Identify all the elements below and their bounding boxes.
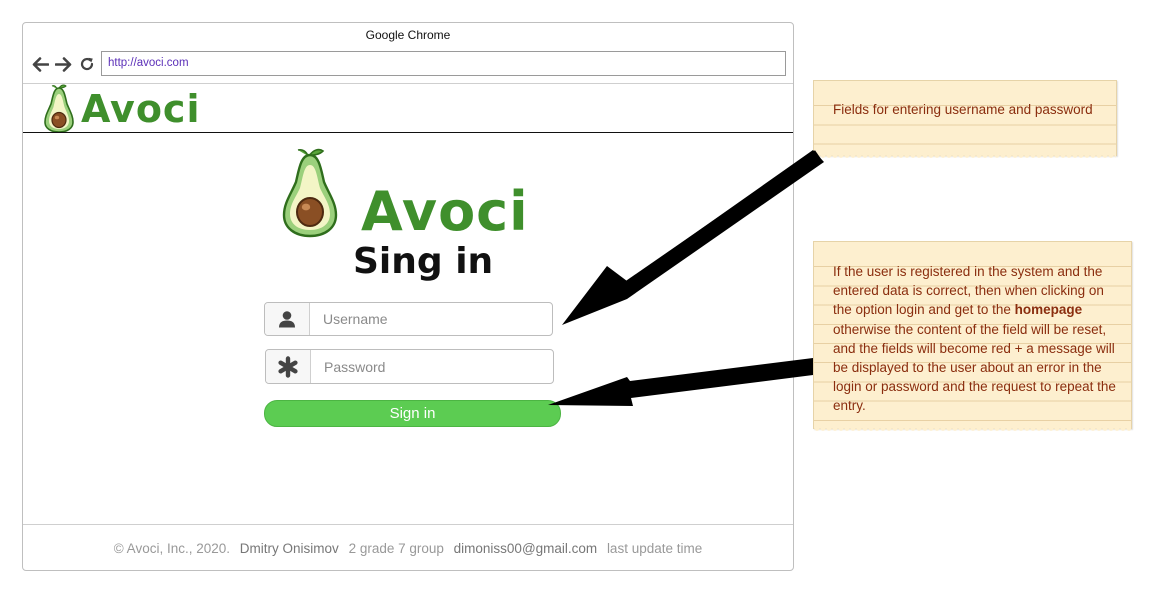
arrow-to-signin [548, 358, 813, 406]
annotation-arrows [548, 150, 824, 406]
arrow-to-fields [562, 150, 824, 325]
